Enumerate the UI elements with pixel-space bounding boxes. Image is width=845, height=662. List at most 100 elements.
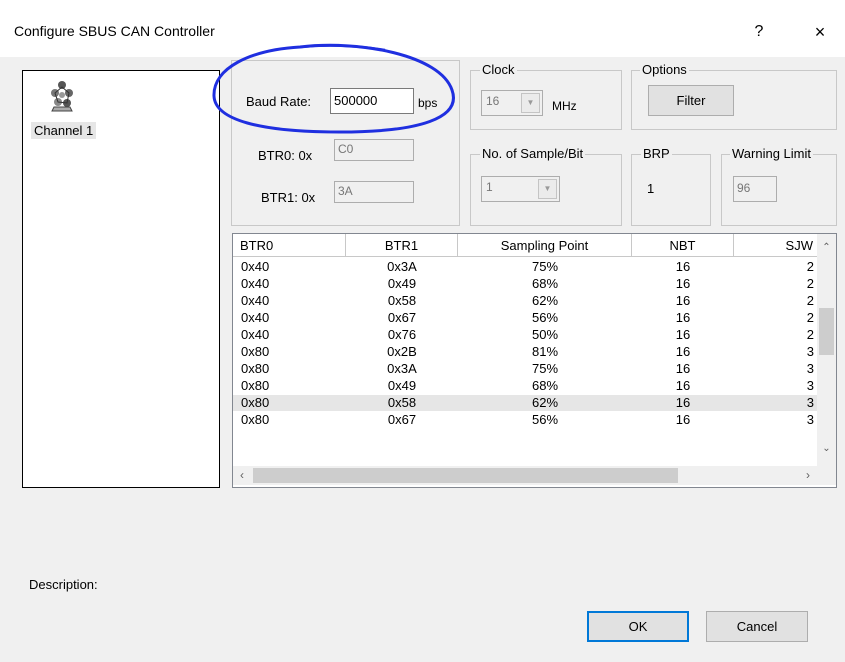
table-cell: 0x67 — [387, 412, 417, 427]
brp-group — [631, 154, 711, 226]
table-cell: 0x40 — [241, 293, 270, 308]
scroll-down-icon[interactable]: ⌄ — [817, 440, 836, 458]
table-cell: 16 — [675, 378, 691, 393]
scroll-right-icon[interactable]: › — [799, 466, 817, 485]
samples-group-title: No. of Sample/Bit — [480, 146, 586, 161]
chevron-down-icon: ▼ — [538, 179, 557, 199]
table-cell: 3 — [806, 412, 814, 427]
table-cell: 56% — [531, 310, 559, 325]
table-cell: 16 — [675, 293, 691, 308]
table-cell: 0x2B — [387, 344, 417, 359]
table-cell: 62% — [531, 395, 559, 410]
table-header: BTR0 BTR1 Sampling Point NBT SJW — [233, 234, 833, 257]
table-cell: 3 — [806, 344, 814, 359]
table-row[interactable]: 0x40 0x58 62% 16 2 — [233, 293, 817, 309]
table-cell: 2 — [806, 293, 814, 308]
table-row[interactable]: 0x40 0x3A 75% 16 2 — [233, 259, 817, 275]
help-button[interactable]: ? — [747, 18, 771, 46]
table-row[interactable]: 0x80 0x2B 81% 16 3 — [233, 344, 817, 360]
scroll-up-icon[interactable]: ⌃ — [817, 239, 836, 257]
table-row[interactable]: 0x80 0x49 68% 16 3 — [233, 378, 817, 394]
horizontal-scrollbar[interactable]: ‹ › — [233, 466, 817, 485]
table-cell: 0x3A — [387, 361, 417, 376]
table-cell: 75% — [531, 361, 559, 376]
table-row[interactable]: 0x80 0x3A 75% 16 3 — [233, 361, 817, 377]
network-node-icon[interactable] — [48, 79, 76, 113]
table-cell: 16 — [675, 310, 691, 325]
table-cell: 2 — [806, 276, 814, 291]
bit-timing-table[interactable]: BTR0 BTR1 Sampling Point NBT SJW 0x40 0x3… — [232, 233, 837, 488]
brp-value: 1 — [647, 181, 655, 196]
table-cell: 0x49 — [387, 378, 417, 393]
table-cell: 16 — [675, 361, 691, 376]
table-cell: 2 — [806, 259, 814, 274]
column-header-nbt[interactable]: NBT — [632, 234, 734, 257]
samples-select-value: 1 — [486, 180, 493, 194]
table-cell: 3 — [806, 361, 814, 376]
table-cell: 0x40 — [241, 310, 270, 325]
clock-select-value: 16 — [486, 94, 500, 108]
samples-select: 1 ▼ — [481, 176, 560, 202]
cancel-button[interactable]: Cancel — [706, 611, 808, 642]
table-row[interactable]: 0x80 0x67 56% 16 3 — [233, 412, 817, 428]
clock-select: 16 ▼ — [481, 90, 543, 116]
table-cell: 0x80 — [241, 412, 270, 427]
table-cell: 68% — [531, 378, 559, 393]
table-cell: 0x80 — [241, 395, 270, 410]
window-title: Configure SBUS CAN Controller — [14, 23, 215, 39]
table-cell: 3 — [806, 395, 814, 410]
table-cell: 0x80 — [241, 344, 270, 359]
table-cell: 50% — [531, 327, 559, 342]
column-header-sampling-point[interactable]: Sampling Point — [458, 234, 632, 257]
btr1-field: 3A — [334, 181, 414, 203]
table-cell: 0x40 — [241, 276, 270, 291]
baud-rate-label: Baud Rate: — [246, 94, 312, 109]
table-cell: 16 — [675, 344, 691, 359]
ok-button[interactable]: OK — [587, 611, 689, 642]
close-button[interactable]: × — [806, 18, 834, 46]
scrollbar-corner — [817, 466, 836, 485]
table-row[interactable]: 0x40 0x49 68% 16 2 — [233, 276, 817, 292]
table-cell: 0x3A — [387, 259, 417, 274]
clock-group-title: Clock — [480, 62, 517, 77]
table-cell: 16 — [675, 259, 691, 274]
column-header-btr0[interactable]: BTR0 — [233, 234, 346, 257]
table-cell: 0x58 — [387, 395, 417, 410]
table-cell: 16 — [675, 412, 691, 427]
channel-item[interactable]: Channel 1 — [31, 122, 97, 139]
vertical-scroll-thumb[interactable] — [819, 308, 834, 355]
table-cell: 0x40 — [241, 259, 270, 274]
table-row[interactable]: 0x40 0x76 50% 16 2 — [233, 327, 817, 343]
btr1-label: BTR1: 0x — [261, 190, 316, 205]
filter-button[interactable]: Filter — [648, 85, 734, 116]
table-cell: 75% — [531, 259, 559, 274]
table-cell: 0x80 — [241, 378, 270, 393]
warning-limit-field: 96 — [733, 176, 777, 202]
baud-unit-label: bps — [418, 96, 438, 110]
vertical-scrollbar[interactable]: ⌃ ⌄ — [817, 234, 836, 466]
column-header-btr1[interactable]: BTR1 — [346, 234, 458, 257]
table-row[interactable]: 0x40 0x67 56% 16 2 — [233, 310, 817, 326]
table-cell: 2 — [806, 327, 814, 342]
clock-unit-label: MHz — [552, 99, 577, 113]
table-row[interactable]: 0x80 0x58 62% 16 3 — [233, 395, 817, 411]
table-cell: 0x58 — [387, 293, 417, 308]
warning-group-title: Warning Limit — [730, 146, 813, 161]
table-cell: 3 — [806, 378, 814, 393]
table-cell: 0x40 — [241, 327, 270, 342]
table-cell: 81% — [531, 344, 559, 359]
table-cell: 68% — [531, 276, 559, 291]
column-header-sjw[interactable]: SJW — [734, 234, 824, 257]
table-cell: 0x80 — [241, 361, 270, 376]
btr0-field: C0 — [334, 139, 414, 161]
table-cell: 0x67 — [387, 310, 417, 325]
table-cell: 16 — [675, 395, 691, 410]
chevron-down-icon: ▼ — [521, 93, 540, 113]
horizontal-scroll-thumb[interactable] — [253, 468, 678, 483]
title-bar: Configure SBUS CAN Controller ? × — [0, 4, 845, 57]
table-cell: 0x49 — [387, 276, 417, 291]
scroll-left-icon[interactable]: ‹ — [233, 466, 251, 485]
options-group-title: Options — [640, 62, 689, 77]
baud-rate-input[interactable]: 500000 — [330, 88, 414, 114]
table-cell: 16 — [675, 327, 691, 342]
